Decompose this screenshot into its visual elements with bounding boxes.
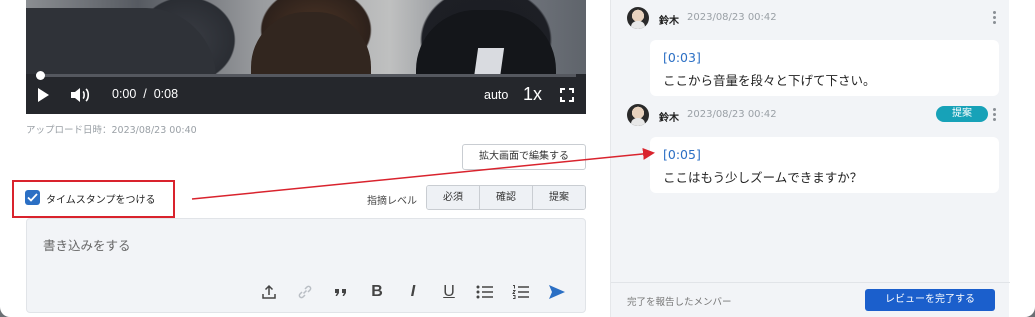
comment-bubble: [0:05] ここはもう少しズームできますか？ bbox=[650, 137, 999, 193]
underline-icon[interactable]: U bbox=[431, 282, 467, 302]
video-player[interactable]: 0:00 / 0:08 auto 1x bbox=[26, 0, 586, 114]
comment-composer[interactable]: 書き込みをする B I U bbox=[26, 218, 586, 313]
comment-timestamp-link[interactable]: [0:05] bbox=[663, 147, 701, 162]
quality-selector[interactable]: auto bbox=[484, 88, 508, 102]
fullscreen-icon[interactable] bbox=[560, 88, 574, 102]
video-controls: 0:00 / 0:08 auto 1x bbox=[26, 71, 586, 114]
comment-input[interactable]: 書き込みをする bbox=[43, 235, 131, 254]
comment-text: ここから音量を段々と下げて下さい。 bbox=[663, 73, 876, 88]
comment-panel: 鈴木 2023/08/23 00:42 [0:03] ここから音量を段々と下げて… bbox=[610, 0, 1010, 317]
video-figure bbox=[26, 8, 216, 78]
level-selector: 必須 確認 提案 bbox=[426, 185, 586, 210]
timestamp-checkbox[interactable] bbox=[25, 190, 40, 205]
comment-bubble: [0:03] ここから音量を段々と下げて下さい。 bbox=[650, 40, 999, 96]
play-icon[interactable] bbox=[38, 88, 49, 102]
upload-icon[interactable] bbox=[251, 282, 287, 302]
bulleted-list-icon[interactable] bbox=[467, 282, 503, 302]
composer-toolbar: B I U bbox=[251, 282, 575, 302]
link-icon[interactable] bbox=[287, 282, 323, 302]
avatar bbox=[627, 7, 649, 29]
more-options-icon[interactable] bbox=[987, 10, 1001, 26]
comment-header: 鈴木 2023/08/23 00:42 提案 bbox=[627, 104, 1007, 128]
italic-icon[interactable]: I bbox=[395, 282, 431, 302]
duration: 0:08 bbox=[153, 87, 179, 101]
level-label: 指摘レベル bbox=[367, 196, 417, 207]
level-option-suggest[interactable]: 提案 bbox=[533, 186, 585, 209]
avatar bbox=[627, 104, 649, 126]
comment-timestamp-link[interactable]: [0:03] bbox=[663, 50, 701, 65]
level-badge: 提案 bbox=[936, 106, 988, 122]
expand-editor-button[interactable]: 拡大画面で編集する bbox=[462, 144, 586, 170]
completed-members-label: 完了を報告したメンバー bbox=[627, 297, 732, 308]
comment-text: ここはもう少しズームできますか？ bbox=[663, 170, 863, 185]
comment-date: 2023/08/23 00:42 bbox=[687, 12, 777, 23]
complete-review-button[interactable]: レビューを完了する bbox=[865, 289, 995, 311]
send-icon[interactable] bbox=[539, 282, 575, 302]
check-icon bbox=[27, 193, 38, 202]
more-options-icon[interactable] bbox=[987, 107, 1001, 123]
panel-footer: 完了を報告したメンバー レビューを完了する bbox=[611, 282, 1010, 317]
volume-icon[interactable] bbox=[70, 87, 92, 103]
progress-knob[interactable] bbox=[36, 71, 45, 80]
time-separator: / bbox=[143, 87, 147, 101]
comment-date: 2023/08/23 00:42 bbox=[687, 109, 777, 120]
current-time: 0:00 bbox=[112, 87, 137, 101]
quote-icon[interactable] bbox=[323, 282, 359, 302]
speed-selector[interactable]: 1x bbox=[523, 84, 542, 105]
numbered-list-icon[interactable] bbox=[503, 282, 539, 302]
bold-icon[interactable]: B bbox=[359, 282, 395, 302]
level-option-confirm[interactable]: 確認 bbox=[480, 186, 533, 209]
video-frame[interactable] bbox=[26, 0, 586, 82]
level-option-required[interactable]: 必須 bbox=[427, 186, 480, 209]
time-display: 0:00 / 0:08 bbox=[112, 87, 178, 101]
comment-author: 鈴木 bbox=[659, 16, 679, 27]
comment-author: 鈴木 bbox=[659, 113, 679, 124]
timestamp-checkbox-label[interactable]: タイムスタンプをつける bbox=[46, 191, 156, 206]
review-modal: 0:00 / 0:08 auto 1x アップロード日時：2023/08/23 … bbox=[0, 0, 1035, 317]
progress-bar[interactable] bbox=[36, 71, 576, 80]
video-figure bbox=[251, 12, 371, 82]
upload-timestamp: アップロード日時：2023/08/23 00:40 bbox=[26, 125, 197, 136]
comment-header: 鈴木 2023/08/23 00:42 bbox=[627, 7, 1007, 31]
